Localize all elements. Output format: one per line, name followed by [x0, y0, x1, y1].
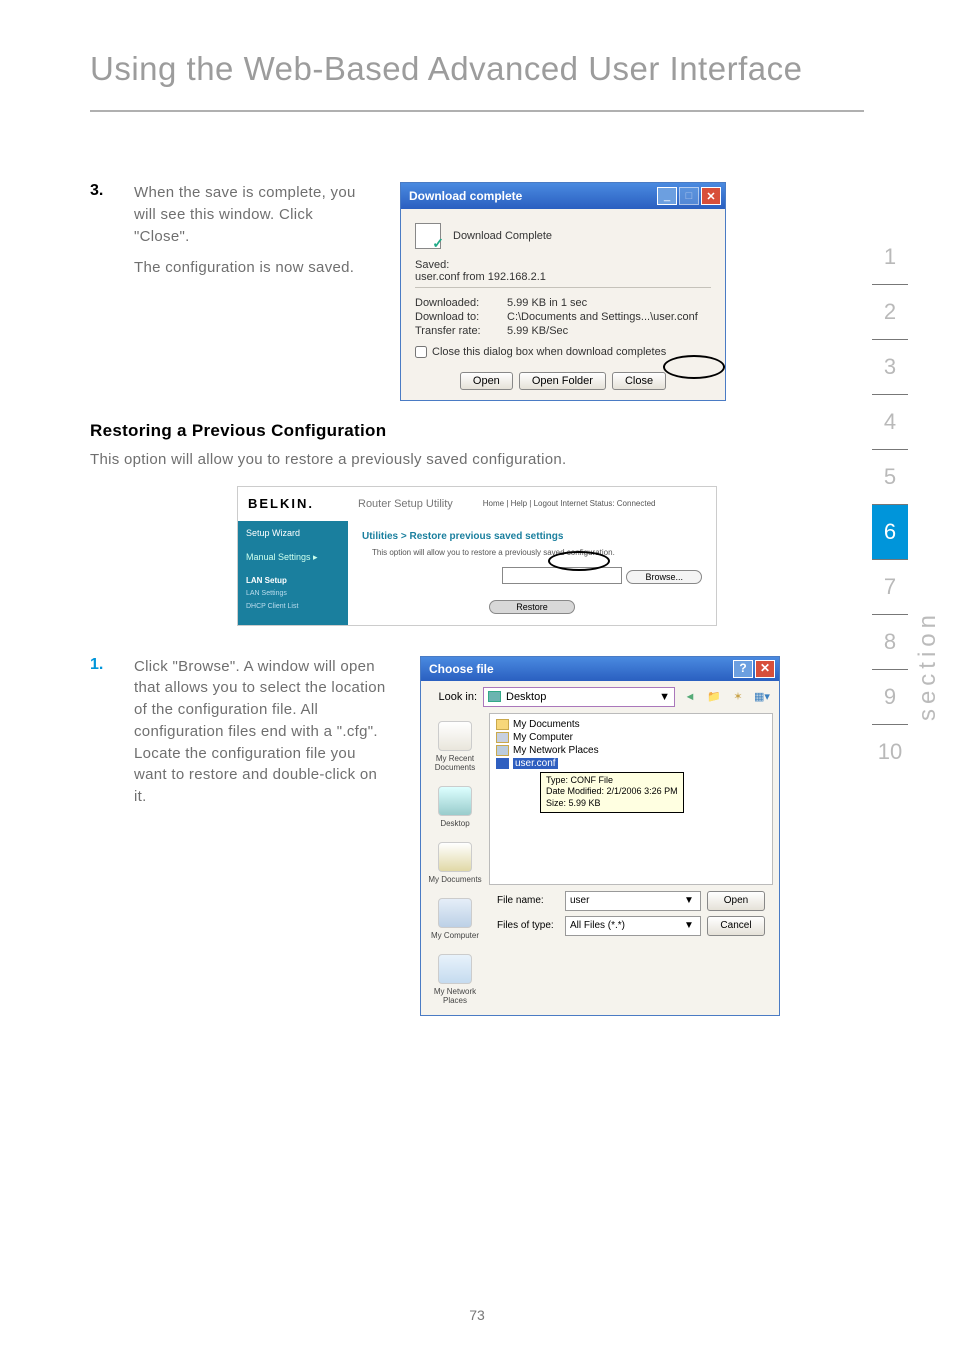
- newfolder-icon[interactable]: ✶: [729, 688, 747, 706]
- router-file-input[interactable]: [502, 567, 622, 584]
- side-nav: 1 2 3 4 5 6 7 8 9 10: [872, 230, 908, 779]
- choose-titlebar[interactable]: Choose file ? ✕: [421, 657, 779, 681]
- sidebar-lan-settings[interactable]: LAN Settings: [238, 587, 348, 600]
- views-icon[interactable]: ▦▾: [753, 688, 771, 706]
- section-label: section: [914, 610, 942, 721]
- place-desktop[interactable]: Desktop: [421, 782, 489, 838]
- download-complete-icon: [415, 223, 441, 249]
- open-folder-button[interactable]: Open Folder: [519, 372, 606, 390]
- downloaded-k: Downloaded:: [415, 297, 507, 309]
- nav-9[interactable]: 9: [872, 670, 908, 725]
- nav-6[interactable]: 6: [872, 505, 908, 560]
- dialog-heading: Download Complete: [453, 230, 552, 242]
- saved-value: user.conf from 192.168.2.1: [415, 271, 711, 283]
- close-when-complete-checkbox[interactable]: [415, 346, 427, 358]
- minimize-button[interactable]: _: [657, 187, 677, 205]
- filename-input[interactable]: user▼: [565, 891, 701, 911]
- nav-5[interactable]: 5: [872, 450, 908, 505]
- filename-label: File name:: [497, 895, 559, 906]
- sidebar-item-wizard[interactable]: Setup Wizard: [238, 521, 348, 545]
- list-item: My Computer: [496, 731, 766, 744]
- nav-10[interactable]: 10: [872, 725, 908, 779]
- step3-number: 3.: [90, 182, 114, 279]
- sidebar-dhcp-list[interactable]: DHCP Client List: [238, 600, 348, 613]
- step1-section: 1. Click "Browse". A window will open th…: [0, 626, 954, 1016]
- list-item: My Documents: [496, 718, 766, 731]
- router-browse-button[interactable]: Browse...: [626, 570, 702, 584]
- router-restore-button[interactable]: Restore: [489, 600, 575, 614]
- rate-v: 5.99 KB/Sec: [507, 325, 568, 337]
- place-recent[interactable]: My Recent Documents: [421, 717, 489, 782]
- restoring-heading: Restoring a Previous Configuration: [90, 421, 864, 441]
- nav-3[interactable]: 3: [872, 340, 908, 395]
- sidebar-item-manual[interactable]: Manual Settings ▸: [238, 545, 348, 570]
- maximize-button[interactable]: □: [679, 187, 699, 205]
- downloadto-k: Download to:: [415, 311, 507, 323]
- step3-text: When the save is complete, you will see …: [134, 182, 370, 279]
- dialog-title: Download complete: [409, 189, 655, 203]
- downloadto-v: C:\Documents and Settings...\user.conf: [507, 311, 698, 323]
- step3-p1: When the save is complete, you will see …: [134, 182, 370, 247]
- dialog-titlebar[interactable]: Download complete _ □ ✕: [401, 183, 725, 209]
- page-title: Using the Web-Based Advanced User Interf…: [0, 0, 954, 98]
- step3-section: 3. When the save is complete, you will s…: [0, 112, 954, 401]
- file-open-button[interactable]: Open: [707, 891, 765, 911]
- desktop-icon: [488, 691, 501, 702]
- places-bar: My Recent Documents Desktop My Documents…: [421, 713, 489, 1015]
- saved-label: Saved:: [415, 259, 711, 271]
- back-icon[interactable]: ◄: [681, 688, 699, 706]
- choose-close-button[interactable]: ✕: [755, 660, 775, 678]
- close-x-button[interactable]: ✕: [701, 187, 721, 205]
- router-ui-screenshot: BELKIN. Router Setup Utility Home | Help…: [237, 486, 717, 626]
- file-tooltip: Type: CONF File Date Modified: 2/1/2006 …: [540, 772, 684, 813]
- list-item: My Network Places: [496, 744, 766, 757]
- sidebar-lan-head: LAN Setup: [238, 570, 348, 587]
- file-cancel-button[interactable]: Cancel: [707, 916, 765, 936]
- nav-4[interactable]: 4: [872, 395, 908, 450]
- open-button[interactable]: Open: [460, 372, 513, 390]
- filetype-label: Files of type:: [497, 920, 559, 931]
- list-item-selected: user.conf: [496, 757, 766, 770]
- nav-7[interactable]: 7: [872, 560, 908, 615]
- help-button[interactable]: ?: [733, 660, 753, 678]
- file-list[interactable]: My Documents My Computer My Network Plac…: [489, 713, 773, 885]
- router-utility-title: Router Setup Utility: [358, 498, 453, 510]
- step1-number: 1.: [90, 656, 114, 808]
- place-mydocs[interactable]: My Documents: [421, 838, 489, 894]
- router-logo: BELKIN.: [238, 487, 348, 521]
- restoring-section: Restoring a Previous Configuration This …: [0, 401, 954, 626]
- nav-8[interactable]: 8: [872, 615, 908, 670]
- restoring-text: This option will allow you to restore a …: [90, 449, 864, 472]
- lookin-value: Desktop: [506, 691, 546, 703]
- rate-k: Transfer rate:: [415, 325, 507, 337]
- lookin-label: Look in:: [429, 691, 477, 703]
- up-icon[interactable]: 📁: [705, 688, 723, 706]
- place-mycomputer[interactable]: My Computer: [421, 894, 489, 950]
- place-network[interactable]: My Network Places: [421, 950, 489, 1015]
- router-sidebar: Setup Wizard Manual Settings ▸ LAN Setup…: [238, 521, 348, 625]
- router-subtext: This option will allow you to restore a …: [372, 548, 702, 557]
- close-when-complete-label: Close this dialog box when download comp…: [432, 346, 666, 358]
- lookin-select[interactable]: Desktop ▼: [483, 687, 675, 707]
- step1-text: Click "Browse". A window will open that …: [134, 656, 390, 808]
- download-grid: Downloaded:5.99 KB in 1 sec Download to:…: [415, 296, 711, 338]
- router-breadcrumb: Utilities > Restore previous saved setti…: [362, 531, 702, 542]
- choose-title: Choose file: [429, 662, 494, 676]
- nav-2[interactable]: 2: [872, 285, 908, 340]
- close-button[interactable]: Close: [612, 372, 666, 390]
- nav-1[interactable]: 1: [872, 230, 908, 285]
- downloaded-v: 5.99 KB in 1 sec: [507, 297, 587, 309]
- filetype-select[interactable]: All Files (*.*)▼: [565, 916, 701, 936]
- choose-file-dialog: Choose file ? ✕ Look in: Desktop ▼ ◄ 📁 ✶…: [420, 656, 780, 1016]
- router-header-links[interactable]: Home | Help | Logout Internet Status: Co…: [483, 499, 656, 508]
- step3-p2: The configuration is now saved.: [134, 257, 370, 279]
- download-complete-dialog: Download complete _ □ ✕ Download Complet…: [400, 182, 726, 401]
- page-number: 73: [0, 1307, 954, 1323]
